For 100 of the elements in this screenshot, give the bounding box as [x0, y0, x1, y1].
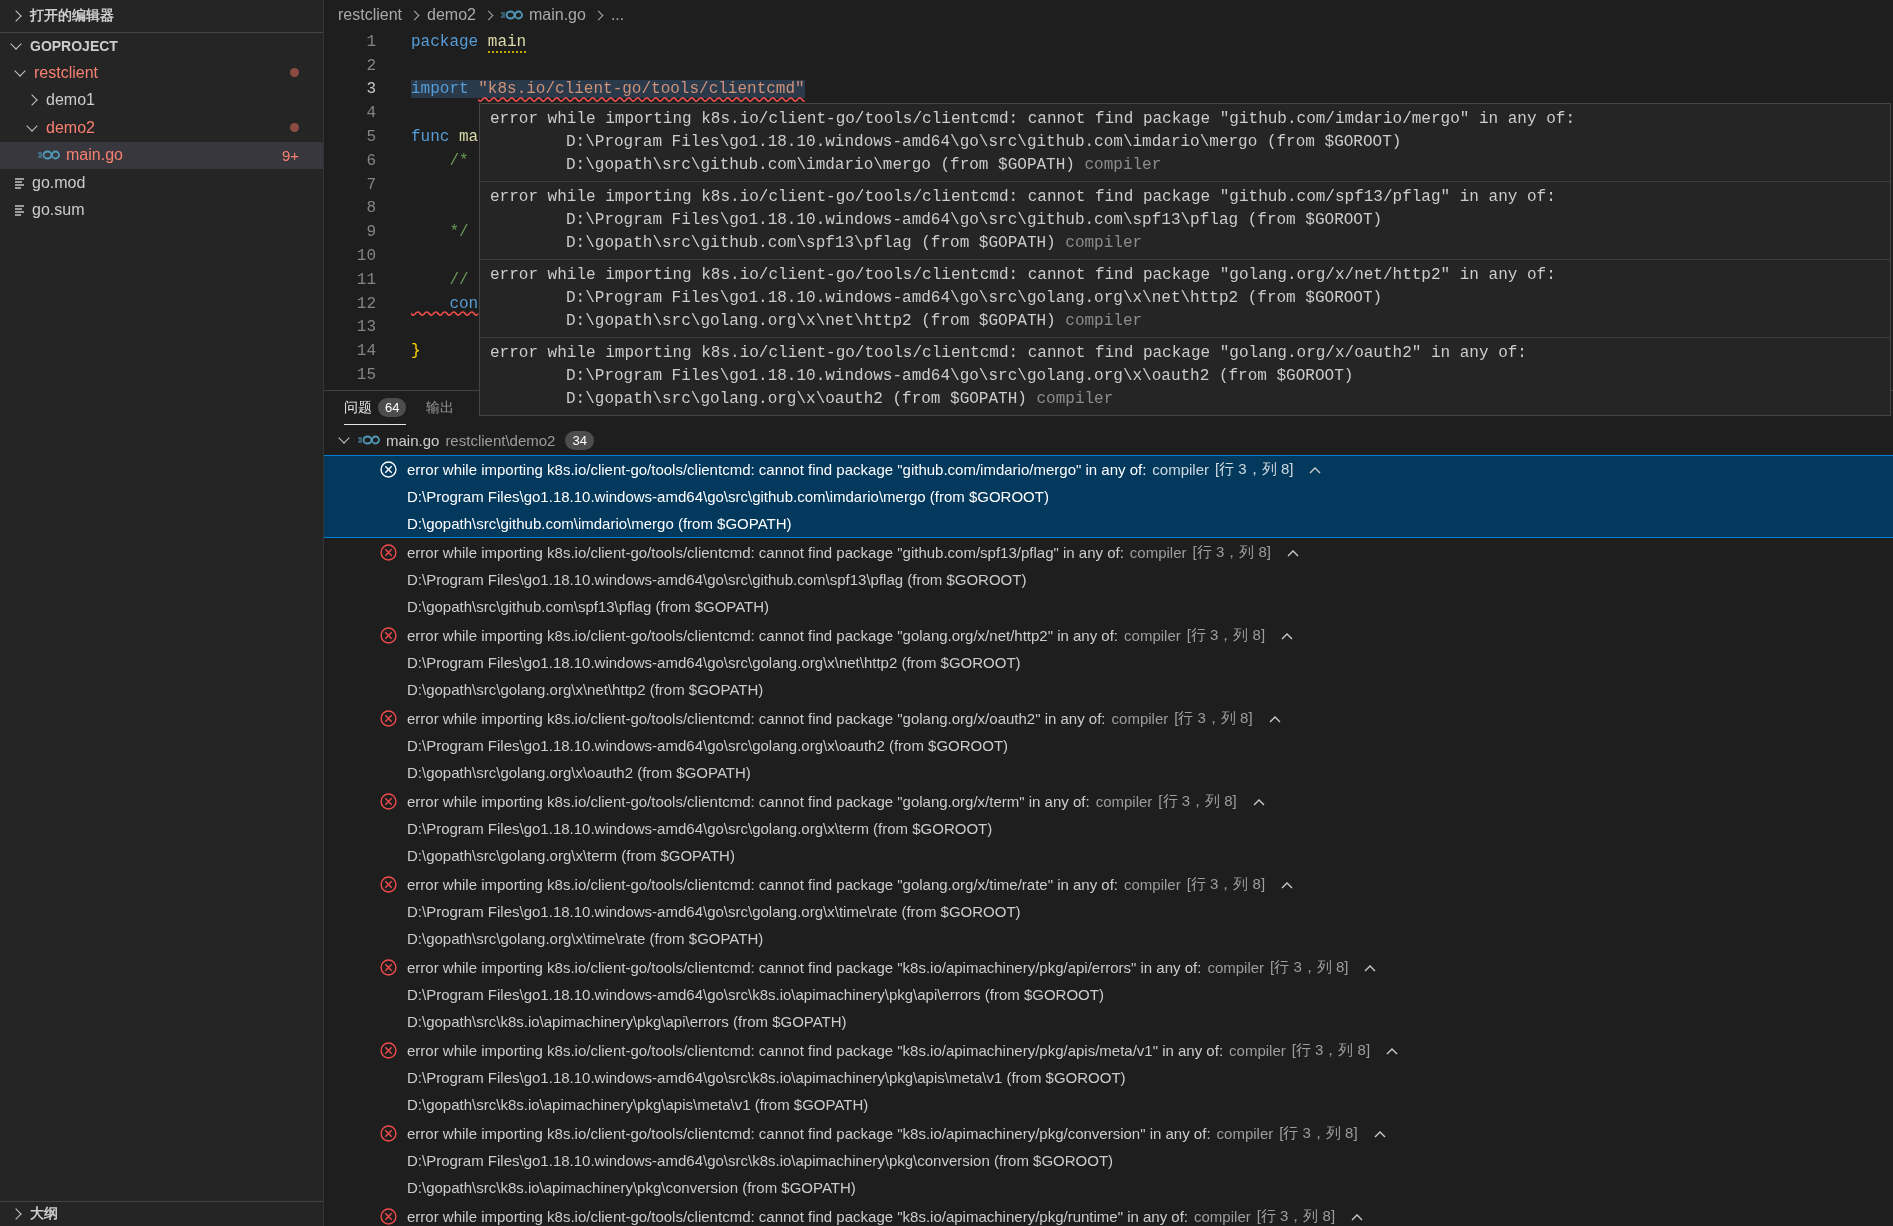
code-line: /*: [448, 151, 469, 170]
file-name: go.mod: [32, 173, 86, 192]
lines-icon: [14, 176, 26, 189]
error-location: [行 3，列 8]: [1279, 1124, 1358, 1143]
breadcrumb-item[interactable]: demo2: [427, 6, 476, 24]
error-source: compiler: [1065, 234, 1143, 252]
tree-item[interactable]: go.sum: [0, 196, 323, 224]
error-message: error while importing k8s.io/client-go/tools/clientcmd: cannot find package "github.com/spf13/pflag" in any of:: [407, 544, 1124, 561]
line-number: 13: [355, 318, 376, 337]
section-header[interactable]: 打开的编辑器: [0, 0, 323, 32]
line-number: 12: [355, 294, 376, 313]
tree-item[interactable]: go.mod: [0, 169, 323, 197]
error-message: error while importing k8s.io/client-go/tools/clientcmd: cannot find package "golang.org/x/time/rate" in any of:: [407, 876, 1118, 893]
error-source: compiler: [1124, 627, 1181, 644]
lines-icon: [14, 204, 26, 217]
file-name: main.go: [66, 146, 123, 165]
section-title: 大纲: [30, 1205, 58, 1223]
error-icon: [380, 1042, 397, 1059]
error-icon: [380, 461, 397, 478]
error-dot: [290, 123, 299, 133]
file-type-icon: [500, 10, 523, 20]
line-number: 1: [365, 32, 376, 51]
tree-item[interactable]: demo2: [0, 114, 323, 142]
panel-tab[interactable]: 输出: [426, 391, 455, 425]
line-number: 14: [355, 342, 376, 361]
error-message: error while importing k8s.io/client-go/tools/clientcmd: cannot find package "k8s.io/apimachinery/pkg/apis/meta/v1" in any of:: [407, 1042, 1224, 1059]
error-message: error while importing k8s.io/client-go/tools/clientcmd: cannot find package "golang.org/x/term" in any of:: [407, 793, 1090, 810]
error-message: error while importing k8s.io/client-go/tools/clientcmd: cannot find package "golang.org/x/net/http2" in any of:: [490, 265, 1557, 286]
section-header[interactable]: GOPROJECT: [0, 32, 323, 59]
tree-item[interactable]: demo1: [0, 86, 323, 114]
error-icon: [380, 876, 397, 893]
line-number: 5: [365, 128, 376, 147]
error-location: [行 3，列 8]: [1186, 875, 1266, 894]
error-path: D:\gopath\src\k8s.io\apimachinery\pkg\apis\meta\v1 (from $GOPATH): [407, 1096, 869, 1113]
error-source: compiler: [1095, 793, 1153, 810]
error-path: D:\Program Files\go1.18.10.windows-amd64\go\src\golang.org\x\oauth2 (from $GOROOT): [565, 366, 1355, 387]
problem-item[interactable]: error while importing k8s.io/client-go/tools/clientcmd: cannot find package "k8s.io/apimachinery/pkg/runtime" in any of: compiler [行 3，列 8]: [324, 1202, 1893, 1226]
caret-icon: [1373, 1129, 1386, 1138]
code-line: con: [448, 294, 479, 313]
count-badge: 64: [378, 398, 407, 417]
error-path: D:\Program Files\go1.18.10.windows-amd64\go\src\golang.org\x\oauth2 (from $GOROOT): [407, 737, 1009, 754]
error-location: [行 3，列 8]: [1270, 958, 1349, 977]
problem-count: 9+: [281, 146, 299, 164]
error-location: [行 3，列 8]: [1256, 1207, 1336, 1226]
error-path: D:\Program Files\go1.18.10.windows-amd64\go\src\k8s.io\apimachinery\pkg\apis\meta\v1 (from $GOROOT): [407, 1069, 1126, 1086]
error-path: D:\gopath\src\k8s.io\apimachinery\pkg\api\errors (from $GOPATH): [407, 1013, 847, 1030]
error-path: D:\Program Files\go1.18.10.windows-amd64\go\src\github.com\imdario\mergo (from $GOROOT): [565, 132, 1403, 153]
file-name: main.go: [386, 431, 440, 449]
error-source: compiler: [1124, 876, 1181, 893]
error-path: D:\gopath\src\golang.org\x\time\rate (from $GOPATH): [407, 930, 764, 947]
error-path: D:\gopath\src\golang.org\x\oauth2 (from $GOPATH): [407, 764, 751, 781]
section-title: 打开的编辑器: [30, 7, 114, 25]
problem-group-header[interactable]: main.go restclient\demo2 34: [324, 425, 1893, 455]
error-source: compiler: [1129, 544, 1187, 561]
error-icon: [380, 959, 397, 976]
error-location: [行 3，列 8]: [1158, 792, 1237, 811]
error-icon: [380, 710, 397, 727]
error-message: error while importing k8s.io/client-go/tools/clientcmd: cannot find package "golang.org/x/oauth2" in any of:: [490, 343, 1528, 364]
line-number: 9: [365, 223, 376, 242]
error-location: [行 3，列 8]: [1192, 543, 1271, 562]
error-path: D:\gopath\src\github.com\imdario\mergo (from $GOPATH): [407, 515, 792, 532]
error-path: D:\Program Files\go1.18.10.windows-amd64\go\src\golang.org\x\net\http2 (from $GOROOT): [407, 654, 1021, 671]
error-path: D:\gopath\src\golang.org\x\term (from $GOPATH): [407, 847, 735, 864]
caret-icon: [1351, 1212, 1364, 1221]
breadcrumb-item[interactable]: main.go: [528, 6, 586, 24]
file-name: demo1: [46, 91, 95, 110]
error-location: [行 3，列 8]: [1174, 709, 1253, 728]
error-message: error while importing k8s.io/client-go/tools/clientcmd: cannot find package "github.com/spf13/pflag" in any of:: [490, 187, 1557, 208]
line-number: 2: [365, 56, 376, 75]
tree-item[interactable]: main.go 9+: [0, 141, 323, 169]
file-path: restclient\demo2: [445, 431, 556, 449]
breadcrumb-item[interactable]: restclient: [338, 6, 403, 24]
error-path: D:\Program Files\go1.18.10.windows-amd64\go\src\k8s.io\apimachinery\pkg\api\errors (from $GOROOT): [407, 986, 1104, 1003]
breadcrumb-item[interactable]: ...: [610, 6, 625, 24]
count-badge: 34: [565, 430, 594, 450]
line-number: 10: [355, 247, 376, 266]
error-message: error while importing k8s.io/client-go/tools/clientcmd: cannot find package "k8s.io/apimachinery/pkg/api/errors" in any of:: [407, 959, 1202, 976]
error-message: error while importing k8s.io/client-go/tools/clientcmd: cannot find package "github.com/imdario/mergo" in any of:: [490, 109, 1576, 130]
error-message: error while importing k8s.io/client-go/tools/clientcmd: cannot find package "golang.org/x/net/http2" in any of:: [407, 627, 1119, 644]
caret-icon: [1386, 1046, 1399, 1055]
error-path: D:\gopath\src\golang.org\x\net\http2 (from $GOPATH): [407, 681, 764, 698]
tree-item[interactable]: restclient: [0, 59, 323, 87]
error-source: compiler: [1065, 312, 1143, 330]
error-path: D:\gopath\src\github.com\spf13\pflag (from $GOPATH): [407, 598, 770, 615]
file-name: go.sum: [32, 201, 85, 220]
section-header[interactable]: 大纲: [0, 1201, 323, 1226]
error-message: error while importing k8s.io/client-go/tools/clientcmd: cannot find package "k8s.io/apimachinery/pkg/conversion" in any of:: [407, 1125, 1211, 1142]
line-number: 7: [365, 175, 376, 194]
error-icon: [380, 544, 397, 561]
problem-item[interactable]: [324, 455, 1893, 538]
error-path: D:\Program Files\go1.18.10.windows-amd64\go\src\golang.org\x\net\http2 (from $GOROOT): [565, 288, 1384, 309]
panel-tab[interactable]: 问题 64: [344, 391, 407, 425]
error-path: D:\Program Files\go1.18.10.windows-amd64\go\src\golang.org\x\term (from $GOROOT): [407, 820, 993, 837]
file-type-icon: [358, 435, 380, 445]
caret-icon: [1281, 631, 1294, 640]
section-title: GOPROJECT: [30, 38, 118, 54]
caret-icon: [1281, 880, 1294, 889]
line-number: 3: [365, 80, 376, 99]
error-path: D:\Program Files\go1.18.10.windows-amd64\go\src\golang.org\x\time\rate (from $GOROOT): [407, 903, 1021, 920]
code-line: package main: [411, 32, 527, 51]
